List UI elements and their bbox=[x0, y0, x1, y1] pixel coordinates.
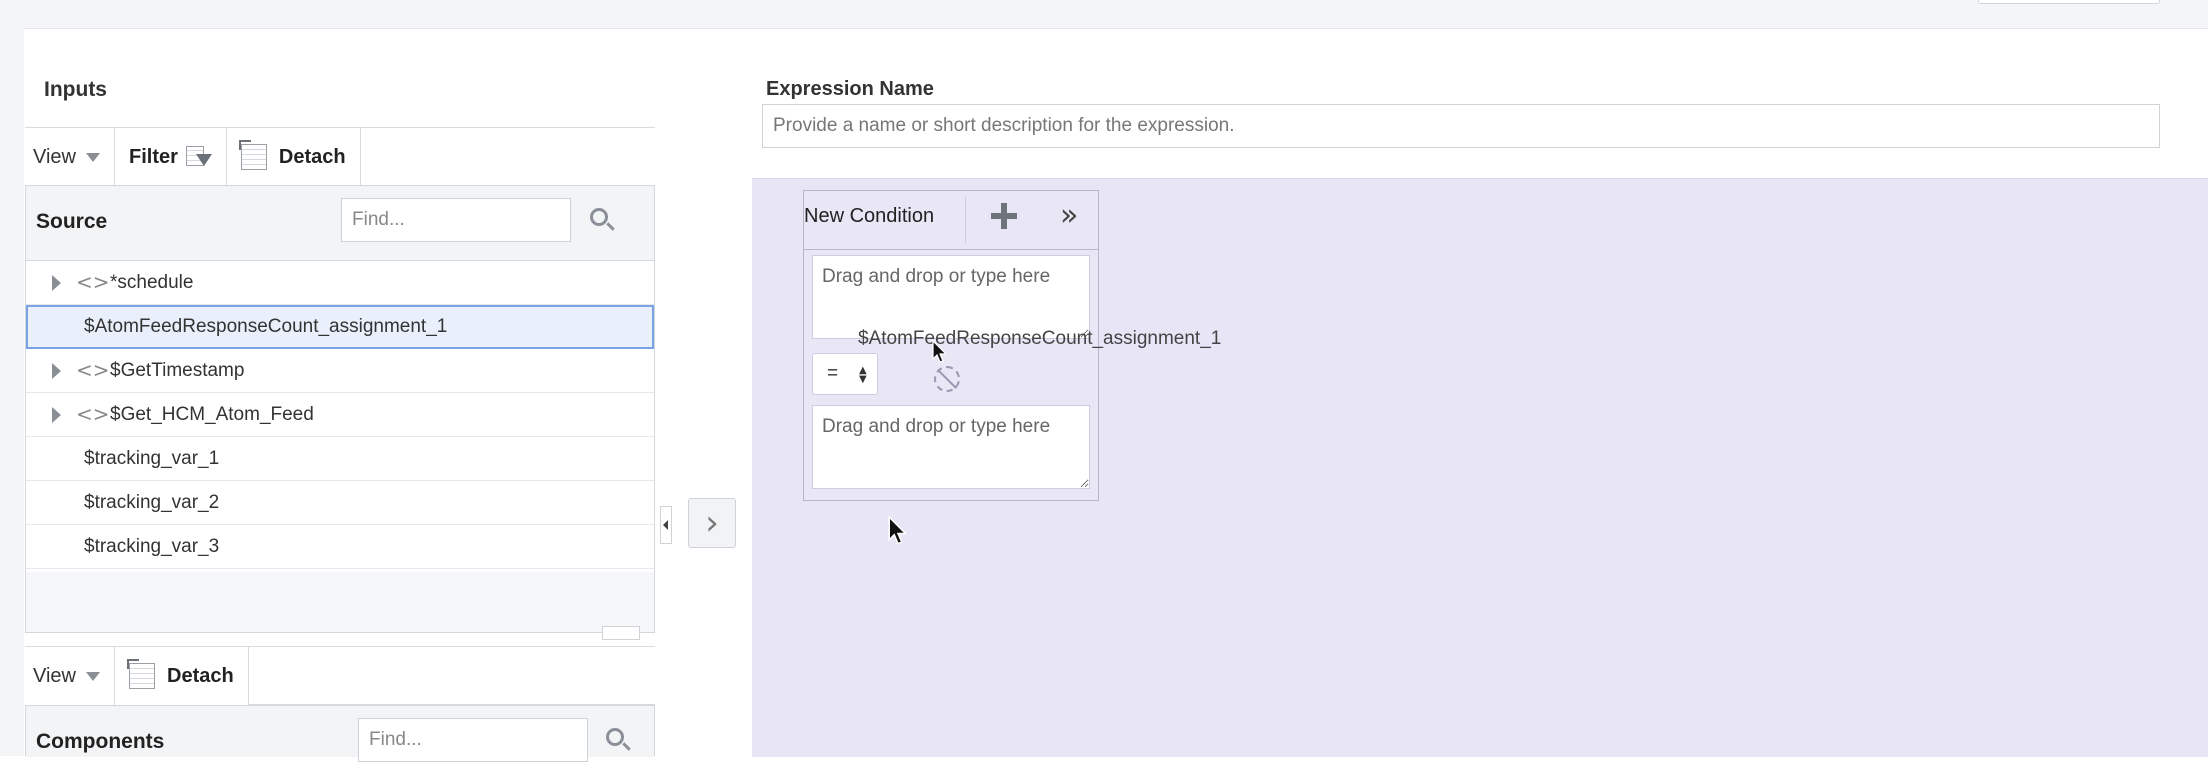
tree-item-label: $tracking_var_3 bbox=[84, 536, 220, 557]
condition-header: New Condition » bbox=[804, 191, 1098, 250]
double-chevron-right-icon[interactable]: » bbox=[1060, 201, 1078, 231]
components-toolbar: View Detach bbox=[25, 646, 655, 705]
inputs-title: Inputs bbox=[44, 78, 107, 101]
top-right-button[interactable] bbox=[1978, 0, 2160, 4]
operator-value: = bbox=[827, 363, 839, 384]
filter-icon bbox=[185, 144, 212, 170]
left-gutter bbox=[0, 28, 24, 756]
toolbar-spacer bbox=[248, 647, 655, 705]
tree-item-tracking-var-3[interactable]: $tracking_var_3 bbox=[26, 525, 654, 569]
condition-title: New Condition bbox=[804, 205, 935, 227]
tree-item-label: $Get_HCM_Atom_Feed bbox=[110, 404, 314, 425]
detach-label: Detach bbox=[167, 664, 234, 687]
components-panel: Components bbox=[25, 705, 655, 762]
expand-icon[interactable] bbox=[52, 407, 61, 423]
source-empty-area bbox=[26, 572, 654, 632]
divider bbox=[965, 197, 966, 243]
tree-item-atomfeedresponsecount[interactable]: $AtomFeedResponseCount_assignment_1 bbox=[26, 305, 654, 349]
view-label: View bbox=[33, 664, 76, 687]
source-header: Source bbox=[26, 186, 654, 261]
updown-arrows-icon: ▲ ▼ bbox=[859, 365, 867, 385]
search-icon[interactable] bbox=[606, 728, 624, 746]
collapse-panel-handle[interactable] bbox=[660, 506, 672, 544]
tree-item-tracking-var-2[interactable]: $tracking_var_2 bbox=[26, 481, 654, 525]
detach-icon bbox=[238, 140, 267, 170]
components-view-menu[interactable]: View bbox=[25, 647, 115, 705]
tree-item-label: $tracking_var_1 bbox=[84, 448, 220, 469]
source-find-input[interactable] bbox=[341, 198, 571, 242]
components-title: Components bbox=[36, 730, 165, 753]
detach-label: Detach bbox=[278, 145, 346, 168]
chevron-down-icon bbox=[86, 671, 100, 681]
toolbar-spacer bbox=[360, 128, 655, 186]
scroll-handle[interactable] bbox=[602, 626, 640, 640]
components-find-input[interactable] bbox=[358, 718, 588, 762]
search-icon[interactable] bbox=[590, 208, 608, 226]
left-operand-field[interactable] bbox=[812, 255, 1090, 339]
tree-item-label: $AtomFeedResponseCount_assignment_1 bbox=[84, 316, 448, 337]
element-icon: <> bbox=[76, 270, 110, 294]
no-drop-icon bbox=[934, 366, 960, 392]
tree-item-gettimestamp[interactable]: <> $GetTimestamp bbox=[26, 349, 654, 393]
source-title: Source bbox=[36, 210, 108, 233]
view-menu[interactable]: View bbox=[25, 128, 115, 186]
tree-item-schedule[interactable]: <> *schedule bbox=[26, 261, 654, 305]
add-icon[interactable] bbox=[989, 201, 1019, 231]
view-label: View bbox=[33, 145, 76, 168]
right-operand-field[interactable] bbox=[812, 405, 1090, 489]
filter-button[interactable]: Filter bbox=[115, 128, 227, 186]
detach-icon bbox=[127, 659, 155, 689]
components-detach-button[interactable]: Detach bbox=[115, 647, 249, 705]
tree-item-get-hcm-atom-feed[interactable]: <> $Get_HCM_Atom_Feed bbox=[26, 393, 654, 437]
chevron-down-icon bbox=[86, 152, 100, 162]
element-icon: <> bbox=[76, 402, 110, 426]
top-bar bbox=[0, 0, 2208, 29]
tree-item-label: *schedule bbox=[110, 272, 194, 293]
source-toolbar: View Filter Detach bbox=[25, 127, 655, 186]
tree-item-label: $tracking_var_2 bbox=[84, 492, 220, 513]
filter-label: Filter bbox=[129, 145, 178, 168]
source-panel: Source <> *schedule $AtomFeedResponseCou… bbox=[25, 185, 655, 640]
move-right-button[interactable]: › bbox=[688, 498, 736, 548]
expand-icon[interactable] bbox=[52, 363, 61, 379]
expression-name-input[interactable] bbox=[762, 104, 2160, 148]
operator-select[interactable]: = ▲ ▼ bbox=[812, 353, 878, 395]
tree-item-tracking-var-1[interactable]: $tracking_var_1 bbox=[26, 437, 654, 481]
expand-icon[interactable] bbox=[52, 275, 61, 291]
expression-name-label: Expression Name bbox=[766, 78, 934, 100]
components-header: Components bbox=[26, 706, 654, 762]
element-icon: <> bbox=[76, 358, 110, 382]
detach-button[interactable]: Detach bbox=[227, 128, 361, 186]
tree-item-label: $GetTimestamp bbox=[110, 360, 245, 381]
drag-ghost-label: $AtomFeedResponseCount_assignment_1 bbox=[858, 328, 1222, 349]
